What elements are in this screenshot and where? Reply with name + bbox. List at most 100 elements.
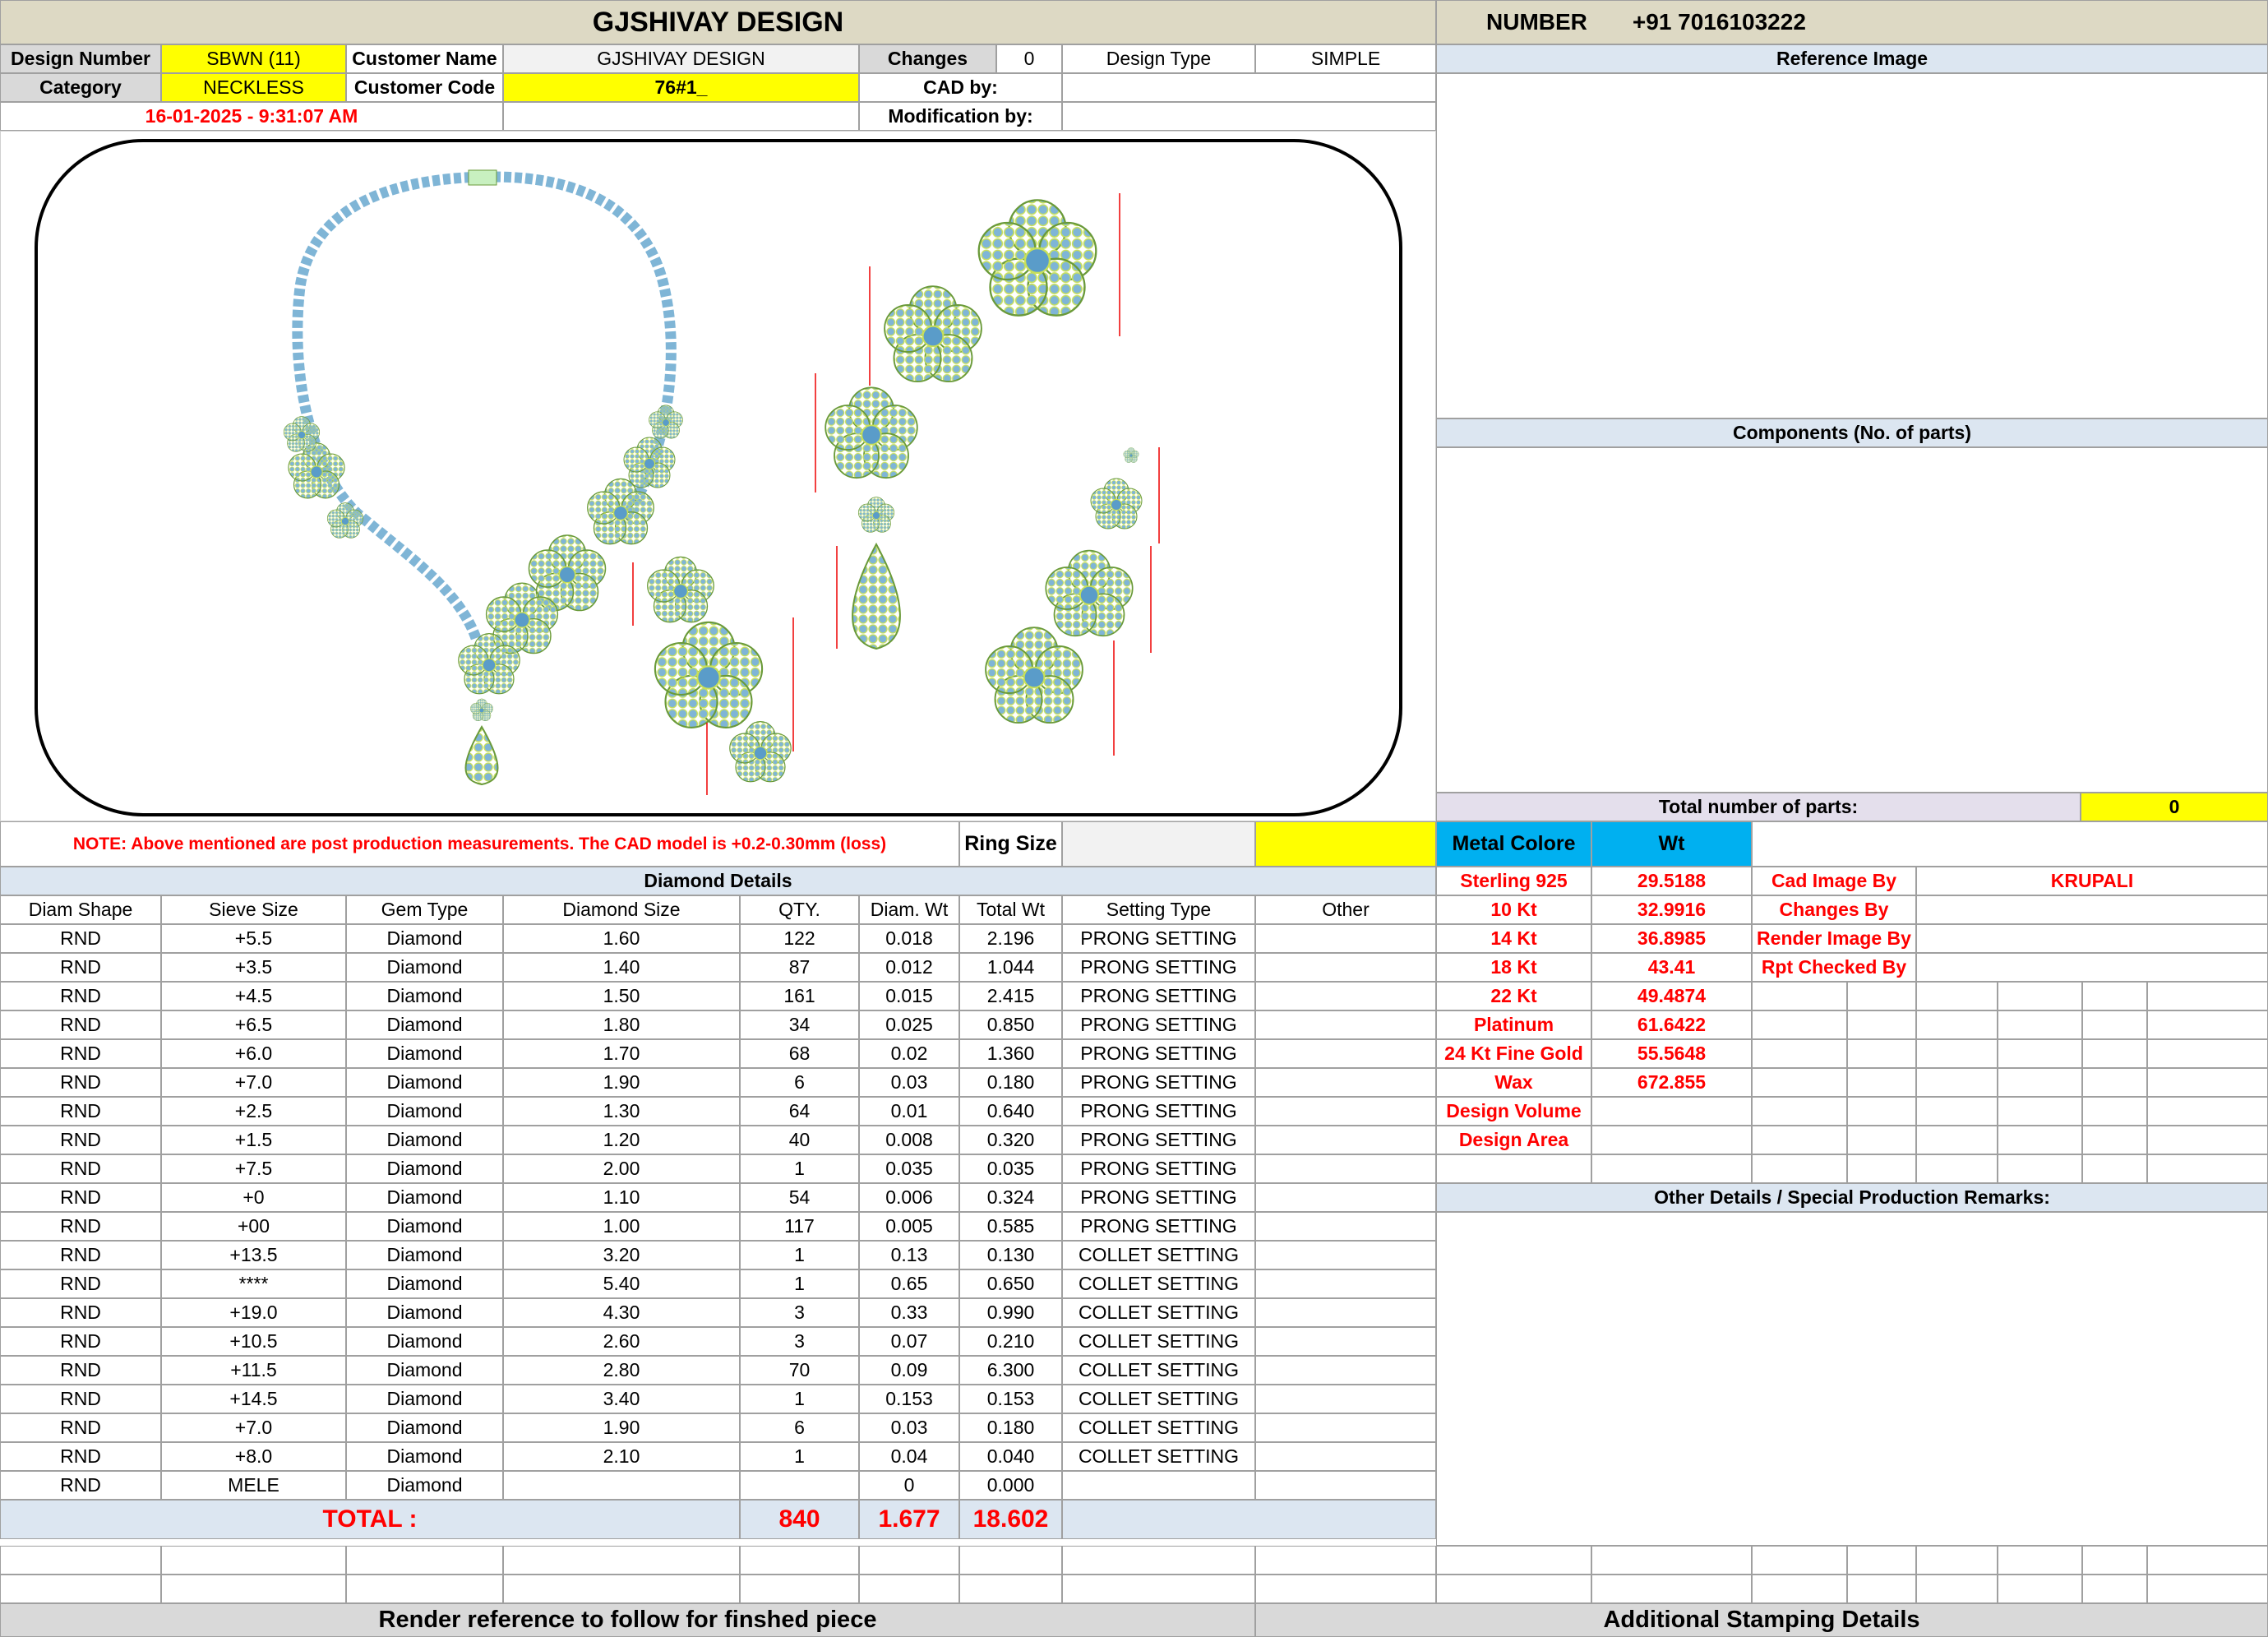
table-cell-diam-wt[interactable]: 0.005: [859, 1212, 959, 1241]
table-cell-qty[interactable]: 1: [740, 1241, 859, 1269]
table-cell-diam-shape[interactable]: RND: [0, 924, 161, 953]
table-cell-total-wt[interactable]: 0.180: [959, 1068, 1062, 1097]
table-cell-setting-type[interactable]: PRONG SETTING: [1062, 1154, 1255, 1183]
table-cell-gem-type[interactable]: Diamond: [346, 1126, 503, 1154]
blank-cell[interactable]: [1436, 1546, 1591, 1575]
table-cell-diam-shape[interactable]: RND: [0, 1356, 161, 1385]
table-cell-sieve-size[interactable]: +10.5: [161, 1327, 346, 1356]
table-cell-setting-type[interactable]: COLLET SETTING: [1062, 1327, 1255, 1356]
grid-cell[interactable]: [2082, 1068, 2147, 1097]
table-cell-setting-type[interactable]: PRONG SETTING: [1062, 924, 1255, 953]
table-cell-other[interactable]: [1255, 1471, 1436, 1500]
table-cell-qty[interactable]: 6: [740, 1068, 859, 1097]
grid-cell[interactable]: [1752, 1010, 1847, 1039]
total-parts-value[interactable]: 0: [2081, 793, 2268, 821]
table-cell-qty[interactable]: 6: [740, 1413, 859, 1442]
blank-cell[interactable]: [0, 1546, 161, 1575]
table-cell-total-wt[interactable]: 0.585: [959, 1212, 1062, 1241]
table-cell-setting-type[interactable]: PRONG SETTING: [1062, 1068, 1255, 1097]
grid-cell[interactable]: [2147, 982, 2268, 1010]
table-cell-total-wt[interactable]: 2.196: [959, 924, 1062, 953]
grid-cell[interactable]: [1847, 1010, 1916, 1039]
grid-cell[interactable]: [2082, 982, 2147, 1010]
blank-cell[interactable]: [1591, 1546, 1752, 1575]
table-cell-diam-shape[interactable]: RND: [0, 953, 161, 982]
table-cell-diamond-size[interactable]: [503, 1471, 740, 1500]
table-cell-sieve-size[interactable]: +2.5: [161, 1097, 346, 1126]
blank-cell[interactable]: [161, 1575, 346, 1603]
table-cell-diam-wt[interactable]: 0.006: [859, 1183, 959, 1212]
table-cell-sieve-size[interactable]: +6.0: [161, 1039, 346, 1068]
table-cell-diam-shape[interactable]: RND: [0, 982, 161, 1010]
table-cell-other[interactable]: [1255, 1212, 1436, 1241]
table-cell-total-wt[interactable]: 0.324: [959, 1183, 1062, 1212]
blank-cell[interactable]: [1436, 1575, 1591, 1603]
table-cell-total-wt[interactable]: 0.210: [959, 1327, 1062, 1356]
table-cell-diamond-size[interactable]: 3.20: [503, 1241, 740, 1269]
grid-cell[interactable]: [1847, 1154, 1916, 1183]
blank-cell[interactable]: [1255, 1546, 1436, 1575]
grid-cell[interactable]: [2082, 1010, 2147, 1039]
grid-cell[interactable]: [2147, 1154, 2268, 1183]
table-cell-diamond-size[interactable]: 1.20: [503, 1126, 740, 1154]
grid-cell[interactable]: [1847, 1068, 1916, 1097]
customer-name-value[interactable]: GJSHIVAY DESIGN: [503, 44, 859, 73]
table-cell-total-wt[interactable]: 0.180: [959, 1413, 1062, 1442]
table-cell-other[interactable]: [1255, 1010, 1436, 1039]
credit-value[interactable]: [1916, 953, 2268, 982]
table-cell-diam-wt[interactable]: 0.03: [859, 1413, 959, 1442]
grid-cell[interactable]: [1752, 1126, 1847, 1154]
table-cell-diam-shape[interactable]: RND: [0, 1183, 161, 1212]
grid-cell[interactable]: [1998, 1126, 2082, 1154]
customer-code-value[interactable]: 76#1_: [503, 73, 859, 102]
table-cell-setting-type[interactable]: COLLET SETTING: [1062, 1269, 1255, 1298]
table-cell-gem-type[interactable]: Diamond: [346, 1269, 503, 1298]
metal-wt[interactable]: [1591, 1097, 1752, 1126]
grid-cell[interactable]: [1998, 1039, 2082, 1068]
table-cell-gem-type[interactable]: Diamond: [346, 953, 503, 982]
table-cell-setting-type[interactable]: PRONG SETTING: [1062, 1212, 1255, 1241]
blank-cell[interactable]: [1916, 1575, 1998, 1603]
table-cell-gem-type[interactable]: Diamond: [346, 1039, 503, 1068]
table-cell-diam-wt[interactable]: 0.018: [859, 924, 959, 953]
metal-wt[interactable]: [1591, 1126, 1752, 1154]
table-cell-total-wt[interactable]: 0.035: [959, 1154, 1062, 1183]
table-cell-diamond-size[interactable]: 1.10: [503, 1183, 740, 1212]
table-cell-total-wt[interactable]: 0.040: [959, 1442, 1062, 1471]
grid-cell[interactable]: [1916, 1154, 1998, 1183]
metal-wt[interactable]: 32.9916: [1591, 895, 1752, 924]
metal-wt[interactable]: 29.5188: [1591, 867, 1752, 895]
table-cell-diamond-size[interactable]: 1.60: [503, 924, 740, 953]
table-cell-total-wt[interactable]: 0.000: [959, 1471, 1062, 1500]
table-cell-sieve-size[interactable]: +19.0: [161, 1298, 346, 1327]
credit-value[interactable]: [1916, 895, 2268, 924]
grid-cell[interactable]: [2147, 1010, 2268, 1039]
table-cell-diamond-size[interactable]: 1.90: [503, 1068, 740, 1097]
table-cell-qty[interactable]: 54: [740, 1183, 859, 1212]
table-cell-diam-wt[interactable]: 0.015: [859, 982, 959, 1010]
table-cell-other[interactable]: [1255, 924, 1436, 953]
metal-wt[interactable]: 672.855: [1591, 1068, 1752, 1097]
blank-cell[interactable]: [1591, 1575, 1752, 1603]
table-cell-setting-type[interactable]: PRONG SETTING: [1062, 1126, 1255, 1154]
grid-cell[interactable]: [1916, 1010, 1998, 1039]
table-cell-total-wt[interactable]: 0.850: [959, 1010, 1062, 1039]
table-cell-sieve-size[interactable]: +4.5: [161, 982, 346, 1010]
table-cell-diamond-size[interactable]: 1.50: [503, 982, 740, 1010]
table-cell-qty[interactable]: 161: [740, 982, 859, 1010]
grid-cell[interactable]: [2082, 1154, 2147, 1183]
credit-value[interactable]: [1916, 924, 2268, 953]
table-cell-gem-type[interactable]: Diamond: [346, 1068, 503, 1097]
table-cell-diam-shape[interactable]: RND: [0, 1241, 161, 1269]
blank-cell[interactable]: [859, 1575, 959, 1603]
grid-cell[interactable]: [1752, 1097, 1847, 1126]
table-cell-diam-wt[interactable]: 0.07: [859, 1327, 959, 1356]
blank-cell[interactable]: [1998, 1575, 2082, 1603]
modification-by-value[interactable]: [1062, 102, 1436, 131]
table-cell-diamond-size[interactable]: 2.00: [503, 1154, 740, 1183]
table-cell-setting-type[interactable]: COLLET SETTING: [1062, 1356, 1255, 1385]
table-cell-gem-type[interactable]: Diamond: [346, 1010, 503, 1039]
blank-cell[interactable]: [959, 1546, 1062, 1575]
table-cell-diam-wt[interactable]: 0.33: [859, 1298, 959, 1327]
table-cell-gem-type[interactable]: Diamond: [346, 1385, 503, 1413]
